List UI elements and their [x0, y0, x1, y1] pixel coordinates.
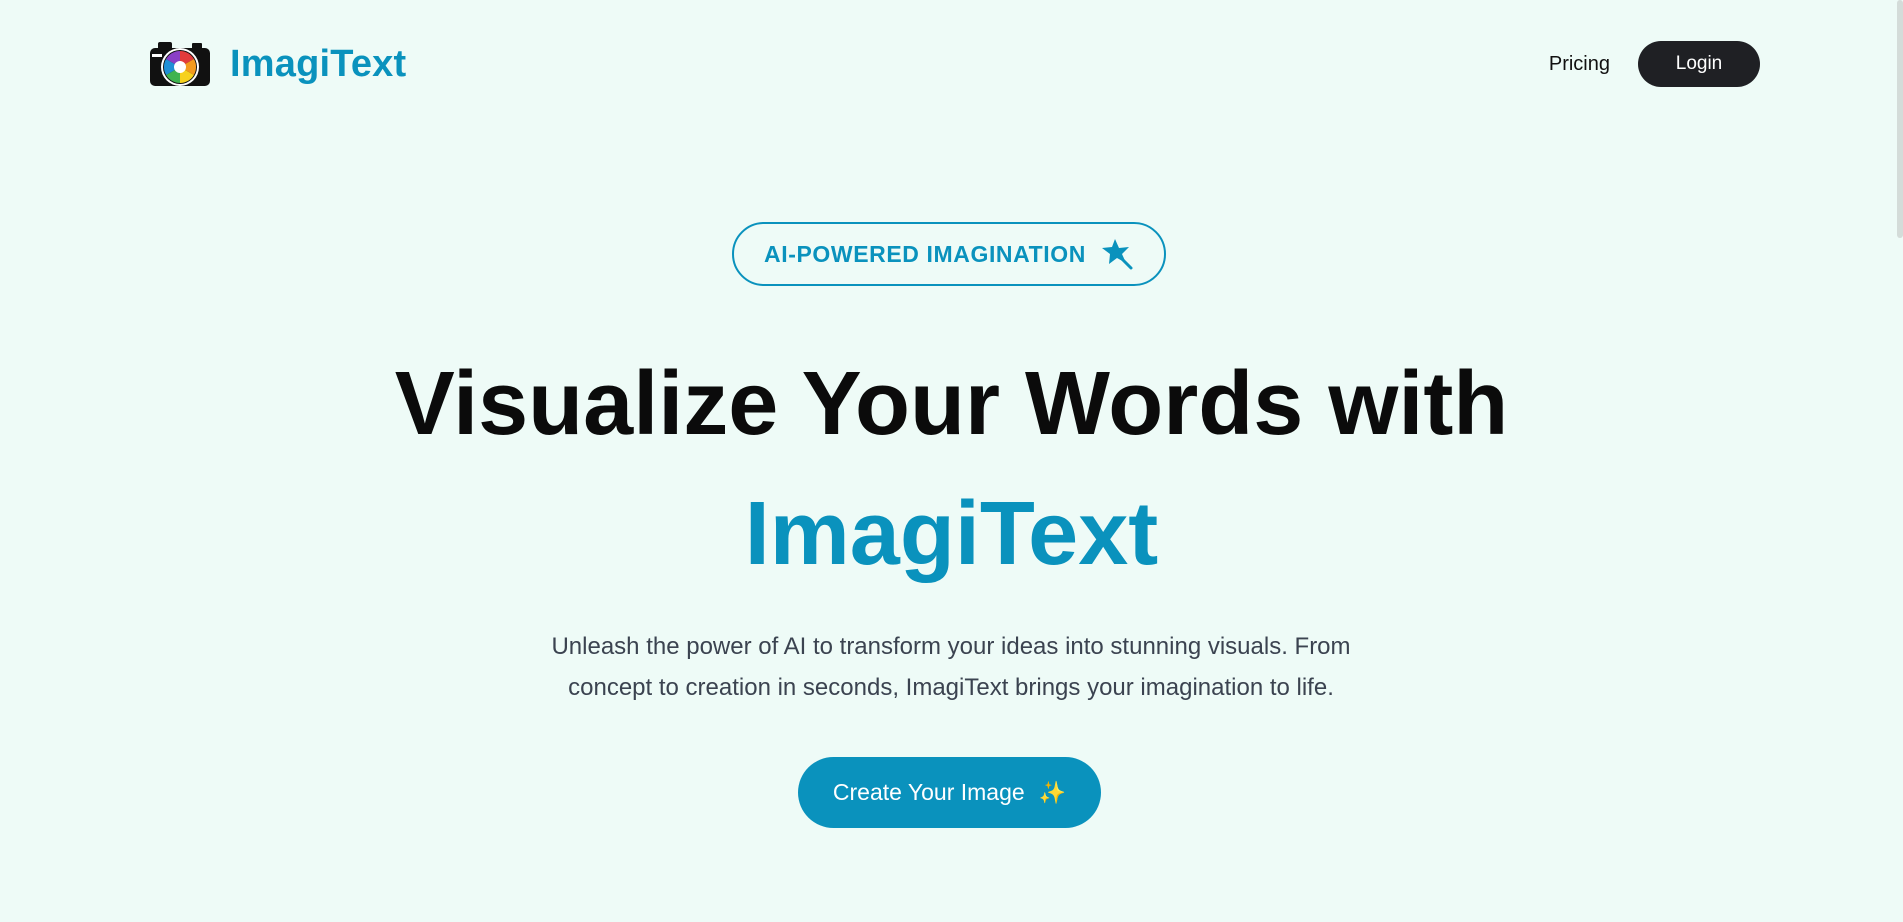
main-nav: Pricing Login [1549, 41, 1760, 87]
hero-headline-brand: ImagiText [744, 484, 1159, 584]
brand-name: ImagiText [230, 42, 407, 85]
nav-pricing-link[interactable]: Pricing [1549, 53, 1610, 76]
page-scrollbar[interactable] [1897, 0, 1903, 922]
create-image-label: Create Your Image [832, 779, 1025, 805]
scrollbar-thumb[interactable] [1897, 0, 1903, 238]
landing-page: ImagiText Pricing Login AI-POWERED IMAGI… [0, 0, 1903, 922]
login-button[interactable]: Login [1638, 41, 1760, 87]
hero-subtitle: Unleash the power of AI to transform you… [551, 633, 1351, 701]
badge-label: AI-POWERED IMAGINATION [764, 240, 1086, 267]
site-header: ImagiText Pricing Login [148, 36, 1760, 92]
hero-headline: Visualize Your Words with [394, 354, 1509, 454]
create-image-button[interactable]: Create Your Image ✨ [798, 757, 1101, 828]
magic-star-icon [1101, 239, 1133, 270]
sparkles-icon: ✨ [1038, 779, 1067, 805]
ai-badge: AI-POWERED IMAGINATION [732, 222, 1166, 286]
brand[interactable]: ImagiText [148, 38, 406, 90]
camera-aperture-icon [150, 42, 210, 86]
